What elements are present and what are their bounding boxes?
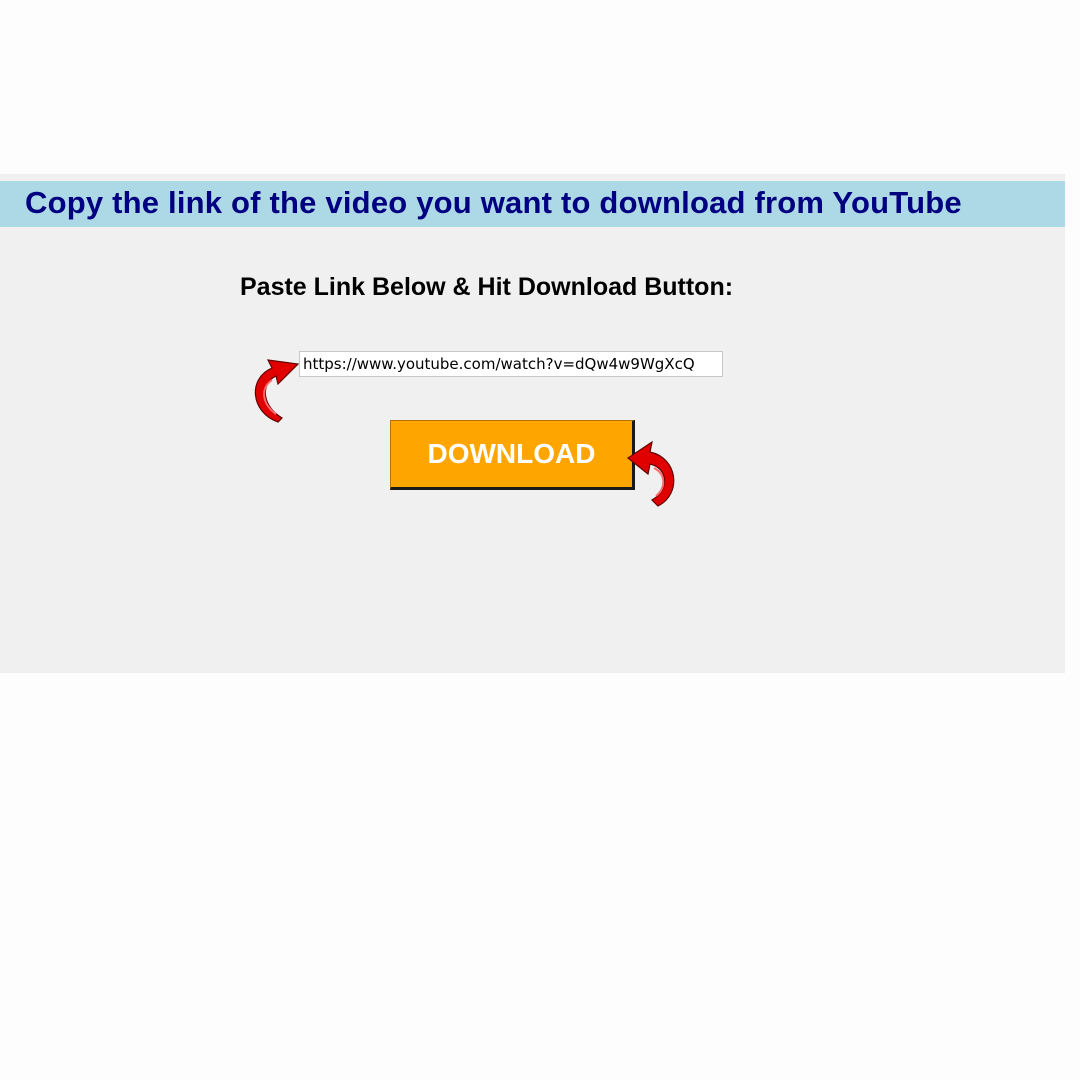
video-url-input[interactable] (299, 351, 723, 377)
download-panel: Copy the link of the video you want to d… (0, 174, 1065, 673)
curved-arrow-icon (254, 359, 300, 423)
download-button[interactable]: DOWNLOAD (390, 420, 635, 490)
header-banner: Copy the link of the video you want to d… (0, 181, 1065, 227)
banner-title: Copy the link of the video you want to d… (25, 185, 962, 220)
instruction-label: Paste Link Below & Hit Download Button: (240, 273, 734, 301)
curved-arrow-icon (626, 440, 675, 507)
